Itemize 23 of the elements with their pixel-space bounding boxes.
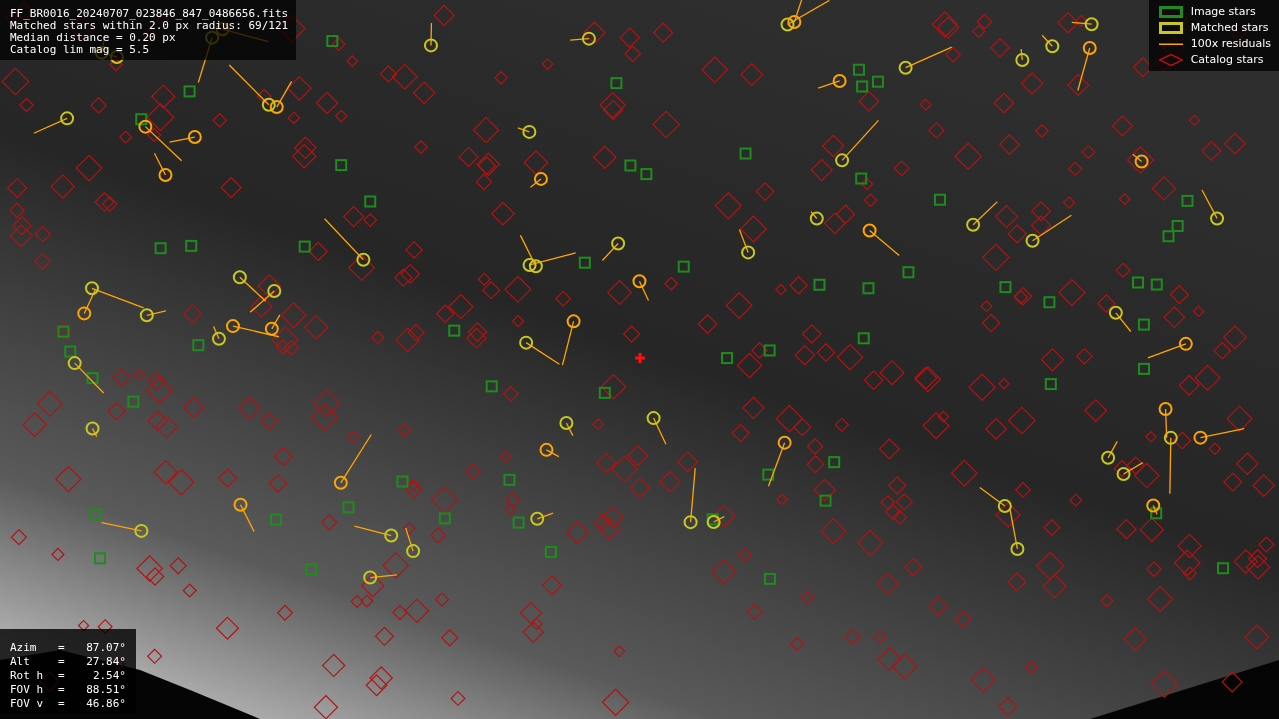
equals-sign: = — [58, 655, 66, 669]
equals-sign: = — [58, 641, 66, 655]
info-text: FF_BR0016_20240707_023846_847_0486656.fits — [10, 8, 289, 20]
legend-label: Catalog stars — [1190, 53, 1264, 66]
equals-sign: = — [58, 669, 66, 683]
pointing-value: 88.51° — [85, 683, 126, 697]
legend-label: Image stars — [1190, 5, 1256, 18]
pointing-value: 2.54° — [91, 669, 126, 683]
info-text: Catalog lim mag = 5.5 — [10, 44, 151, 56]
pointing-value: 46.86° — [85, 697, 126, 711]
pointing-label: FOV h — [10, 683, 45, 697]
pointing-label: FOV v — [10, 697, 45, 711]
info-text: Matched stars within 2.0 px radius: 69/121 — [10, 20, 289, 32]
legend-label: 100x residuals — [1190, 37, 1271, 50]
pointing-value: 87.07° — [85, 641, 126, 655]
pointing-label: Azim — [10, 641, 38, 655]
pointing-label: Alt — [10, 655, 31, 669]
equals-sign: = — [58, 683, 66, 697]
info-text: Median distance = 0.20 px — [10, 32, 177, 44]
legend-label: Matched stars — [1190, 21, 1269, 34]
pointing-label: Rot h — [10, 669, 45, 683]
pointing-value: 27.84° — [85, 655, 126, 669]
equals-sign: = — [58, 697, 66, 711]
